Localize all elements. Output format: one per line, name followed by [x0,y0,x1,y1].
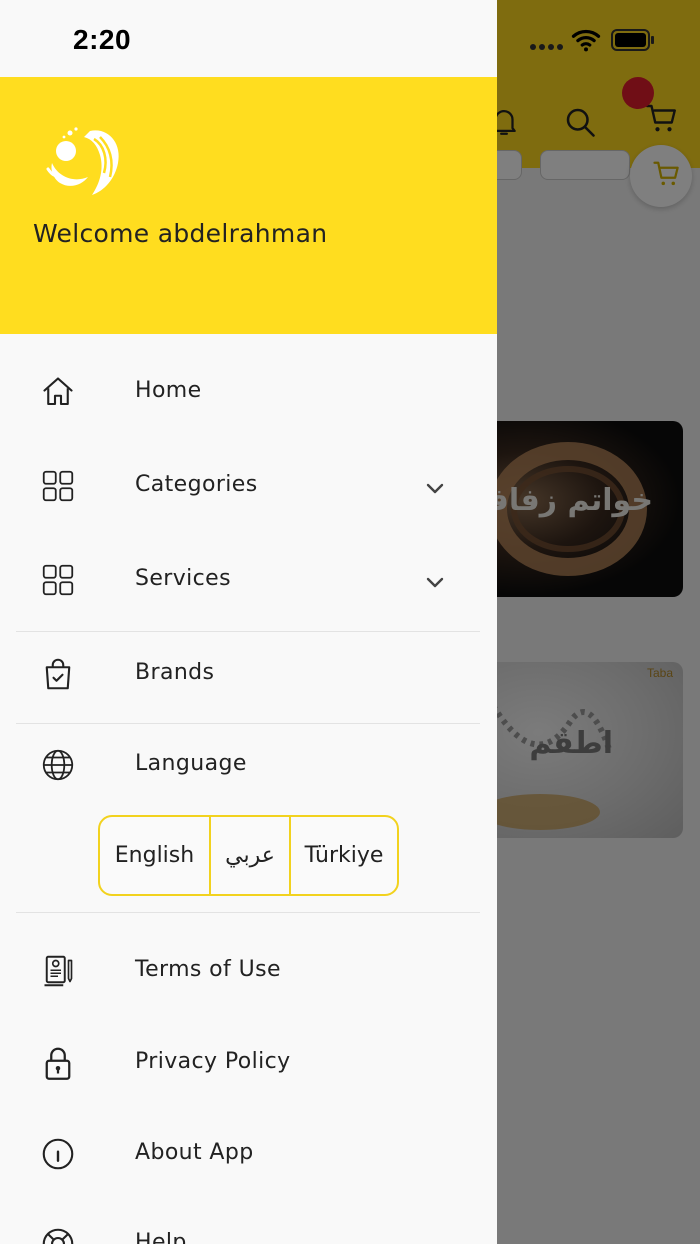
menu-item-terms[interactable]: Terms of Use [0,941,497,1001]
grid-icon [42,564,74,596]
drawer-header: Welcome abdelrahman [0,77,497,334]
menu-label-terms: Terms of Use [135,957,281,982]
divider [16,912,480,913]
menu-label-home: Home [135,378,202,403]
lifebuoy-icon [42,1228,74,1244]
welcome-message: Welcome abdelrahman [33,219,328,248]
menu-item-language: Language [0,735,497,795]
menu-item-about[interactable]: About App [0,1124,497,1184]
lock-icon [45,1047,71,1080]
language-selector: English عربي Türkiye [98,815,399,896]
menu-label-about: About App [135,1140,254,1165]
globe-icon [42,749,74,781]
grid-icon [42,470,74,502]
divider [16,723,480,724]
menu-label-privacy: Privacy Policy [135,1049,291,1074]
menu-item-categories[interactable]: Categories [0,456,497,516]
chevron-down-icon[interactable] [423,570,447,594]
menu-label-help: Help [135,1230,187,1244]
language-option-arabic[interactable]: عربي [209,817,289,894]
shopping-bag-icon [45,658,71,690]
language-option-english[interactable]: English [100,817,209,894]
menu-label-brands: Brands [135,660,215,685]
info-icon [42,1138,74,1170]
menu-label-categories: Categories [135,472,258,497]
home-icon [43,377,73,406]
menu-label-language: Language [135,751,247,776]
chevron-down-icon[interactable] [423,476,447,500]
language-option-turkish[interactable]: Türkiye [289,817,397,894]
menu-item-help[interactable]: Help [0,1214,497,1244]
menu-item-home[interactable]: Home [0,362,497,422]
status-time: 2:20 [73,24,132,55]
document-icon [44,955,73,987]
menu-item-services[interactable]: Services [0,550,497,610]
menu-label-services: Services [135,566,231,591]
menu-item-brands[interactable]: Brands [0,644,497,704]
navigation-drawer: 2:20 Welcome abdelrahman Home Categories… [0,0,497,1244]
divider [16,631,480,632]
menu-item-privacy[interactable]: Privacy Policy [0,1033,497,1093]
brand-logo [46,127,119,195]
